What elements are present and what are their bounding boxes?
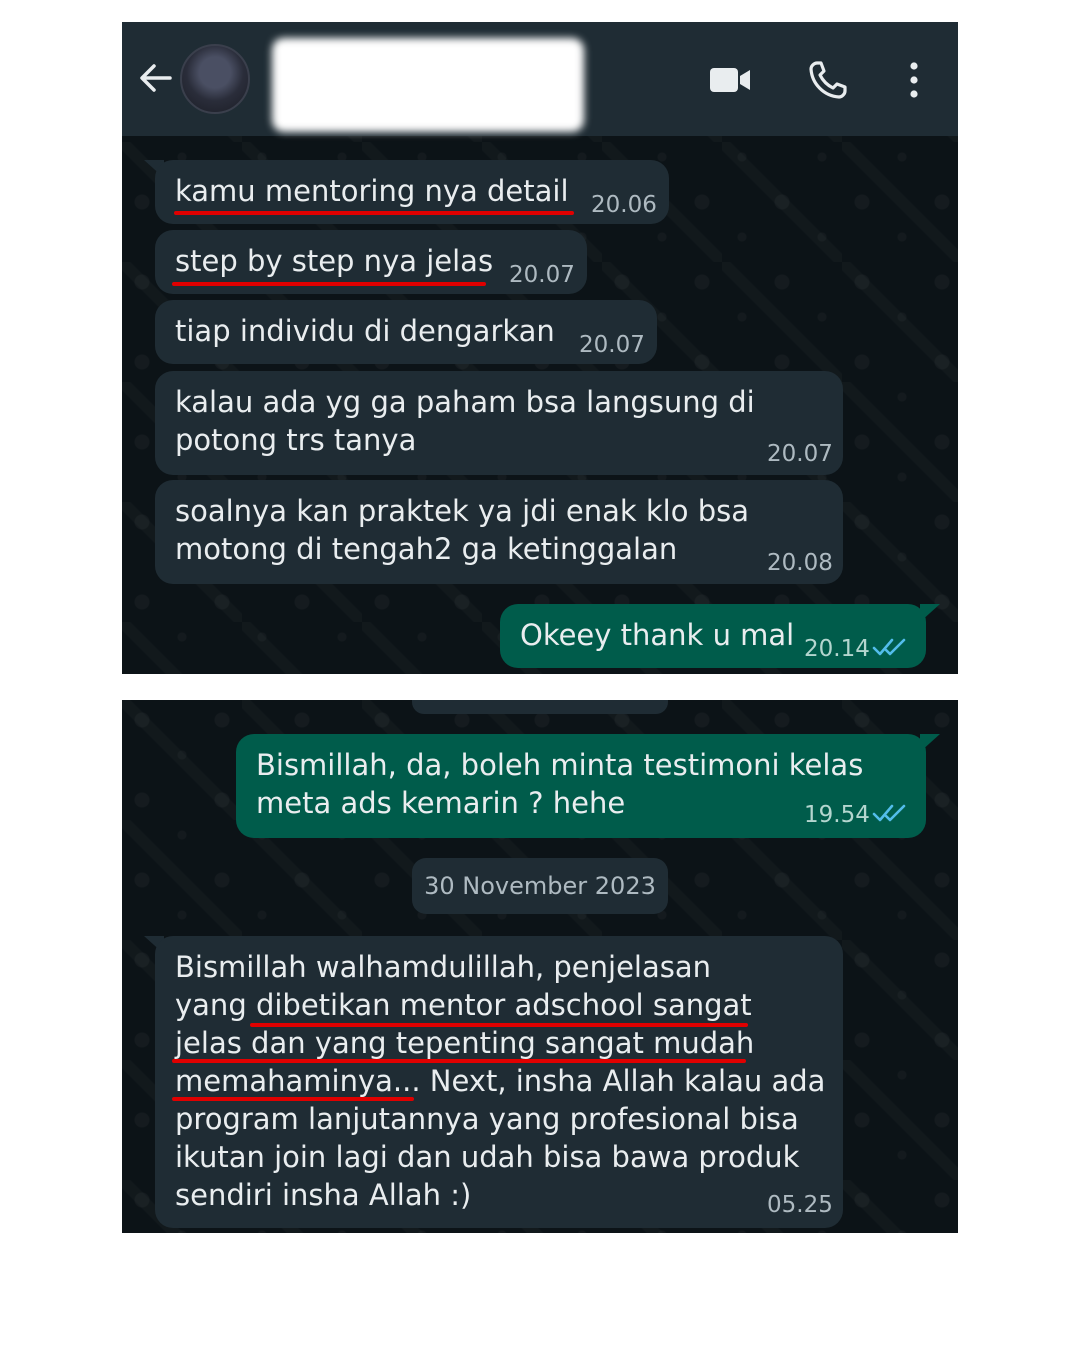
date-separator: 30 November 2023 xyxy=(412,858,668,914)
message-time: 20.07 xyxy=(509,262,575,288)
back-arrow-icon[interactable] xyxy=(138,60,174,96)
chat-header: A xyxy=(122,22,958,136)
message-text: Okeey thank u mal xyxy=(520,618,795,652)
contact-avatar[interactable] xyxy=(180,44,250,114)
message-time: 19.54 xyxy=(804,802,870,828)
chat-screenshot-top: A kamu mentoring nya detail 20.06 step b… xyxy=(122,22,958,674)
message-time: 05.25 xyxy=(767,1192,833,1218)
message-bubble-outgoing[interactable]: Bismillah, da, boleh minta testimoni kel… xyxy=(236,734,926,838)
message-time: 20.07 xyxy=(579,332,645,358)
message-text: step by step nya jelas xyxy=(175,244,494,278)
previous-bubble-edge xyxy=(412,700,668,714)
message-bubble-outgoing[interactable]: Okeey thank u mal 20.14 xyxy=(500,604,926,668)
highlight-underline xyxy=(172,1059,746,1063)
message-text: kalau ada yg ga paham bsa langsung di po… xyxy=(175,385,755,457)
double-check-icon xyxy=(872,638,906,656)
highlight-underline xyxy=(250,1023,748,1027)
message-text: Bismillah, da, boleh minta testimoni kel… xyxy=(256,748,864,820)
more-options-icon[interactable] xyxy=(904,60,924,100)
highlight-underline xyxy=(172,1097,414,1101)
contact-name[interactable]: A xyxy=(272,38,584,132)
highlight-underline xyxy=(174,211,574,215)
message-text: soalnya kan praktek ya jdi enak klo bsa … xyxy=(175,494,749,566)
double-check-icon xyxy=(872,804,906,822)
message-text: Bismillah walhamdulillah, penjelasan yan… xyxy=(175,950,826,1212)
message-time: 20.06 xyxy=(591,192,657,218)
message-time: 20.14 xyxy=(804,636,870,662)
message-bubble-incoming[interactable]: kalau ada yg ga paham bsa langsung di po… xyxy=(155,371,843,475)
message-text: tiap individu di dengarkan xyxy=(175,314,555,348)
message-bubble-incoming[interactable]: Bismillah walhamdulillah, penjelasan yan… xyxy=(155,936,843,1228)
message-time: 20.08 xyxy=(767,550,833,576)
highlight-underline xyxy=(172,282,486,286)
message-text: kamu mentoring nya detail xyxy=(175,174,569,208)
message-bubble-incoming[interactable]: soalnya kan praktek ya jdi enak klo bsa … xyxy=(155,480,843,584)
message-bubble-incoming[interactable]: tiap individu di dengarkan 20.07 xyxy=(155,300,657,364)
chat-screenshot-bottom: Bismillah, da, boleh minta testimoni kel… xyxy=(122,700,958,1233)
message-time: 20.07 xyxy=(767,441,833,467)
video-call-icon[interactable] xyxy=(708,60,752,100)
phone-icon[interactable] xyxy=(808,60,848,100)
